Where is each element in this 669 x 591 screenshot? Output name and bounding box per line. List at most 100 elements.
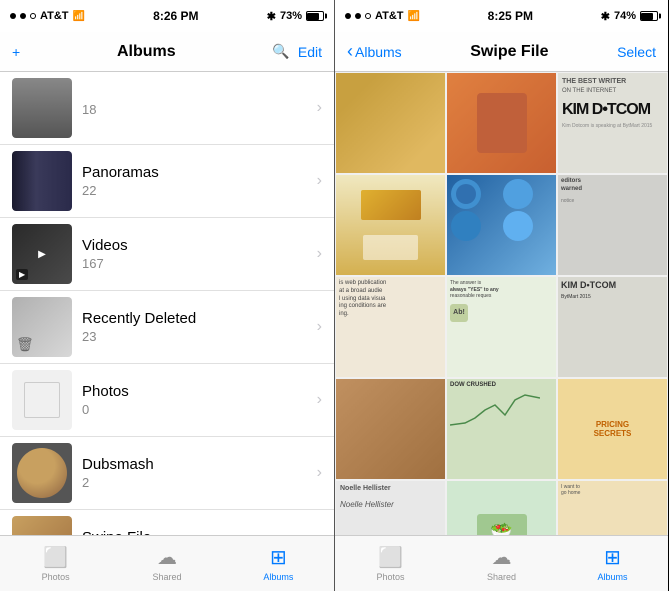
album-info: Panoramas 22 xyxy=(72,164,317,198)
nav-right-buttons: 🔍 Edit xyxy=(272,43,322,60)
time-label-right: 8:25 PM xyxy=(488,9,533,23)
album-count: 167 xyxy=(82,256,307,271)
grid-item[interactable] xyxy=(336,73,445,173)
photos-tab-icon-right: ⬜ xyxy=(378,545,403,570)
signal-dot-r3 xyxy=(365,13,371,19)
album-thumb xyxy=(12,516,72,535)
album-thumb xyxy=(12,443,72,503)
album-thumb: 🗑 xyxy=(12,297,72,357)
video-icon: ▶ xyxy=(38,249,46,260)
status-bar-right: AT&T 📶 8:25 PM ✱ 74% xyxy=(335,0,668,32)
list-item[interactable]: Panoramas 22 › xyxy=(0,145,334,218)
album-info: Dubsmash 2 xyxy=(72,456,317,490)
right-phone: AT&T 📶 8:25 PM ✱ 74% ‹ Albums Swipe File… xyxy=(334,0,668,591)
album-thumb xyxy=(12,78,72,138)
album-count: 2 xyxy=(82,475,307,490)
wifi-icon-right: 📶 xyxy=(408,11,420,22)
albums-title: Albums xyxy=(117,43,176,61)
tab-shared[interactable]: ☁ Shared xyxy=(111,545,222,582)
album-info: Recently Deleted 23 xyxy=(72,310,317,344)
back-arrow-icon: ‹ xyxy=(347,41,353,62)
search-button[interactable]: 🔍 xyxy=(272,43,289,60)
chevron-icon: › xyxy=(317,318,322,336)
photos-tab-label-right: Photos xyxy=(376,572,404,582)
list-item[interactable]: Photos 0 › xyxy=(0,364,334,437)
grid-item[interactable]: editors warned notice xyxy=(558,175,667,275)
edit-button[interactable]: Edit xyxy=(298,44,322,60)
nav-bar-right: ‹ Albums Swipe File Select xyxy=(335,32,668,72)
signal-dot-3 xyxy=(30,13,36,19)
list-item[interactable]: ▶ Swipe File 27 › xyxy=(0,510,334,535)
wifi-icon: 📶 xyxy=(73,11,85,22)
grid-item[interactable] xyxy=(447,73,556,173)
battery-icon-right xyxy=(640,11,658,21)
list-item[interactable]: 18 › xyxy=(0,72,334,145)
shared-tab-icon-right: ☁ xyxy=(492,545,512,570)
grid-item[interactable]: 🥗 xyxy=(447,481,556,535)
grid-item[interactable]: is web publication at a broad audie l us… xyxy=(336,277,445,377)
left-phone: AT&T 📶 8:26 PM ✱ 73% + Albums 🔍 Edit xyxy=(0,0,334,591)
tab-bar-left: ⬜ Photos ☁ Shared ⊞ Albums xyxy=(0,535,334,591)
status-right-right: ✱ 74% xyxy=(601,10,658,23)
shared-tab-label: Shared xyxy=(152,572,181,582)
bluetooth-icon: ✱ xyxy=(267,10,276,23)
signal-dot-r2 xyxy=(355,13,361,19)
trash-icon: 🗑 xyxy=(16,336,34,353)
album-info: Videos 167 xyxy=(72,237,317,271)
dubsmash-thumb-image xyxy=(17,448,67,498)
tab-albums-left[interactable]: ⊞ Albums xyxy=(223,545,334,582)
grid-item[interactable]: THE BEST WRITER ON THE INTERNET KIM D•TC… xyxy=(558,73,667,173)
album-info: Swipe File 27 xyxy=(72,529,317,535)
back-button[interactable]: ‹ Albums xyxy=(347,41,402,62)
shared-tab-icon: ☁ xyxy=(157,545,177,570)
tab-photos[interactable]: ⬜ Photos xyxy=(0,545,111,582)
signal-dot-1 xyxy=(10,13,16,19)
album-name: Photos xyxy=(82,383,307,400)
album-name: Dubsmash xyxy=(82,456,307,473)
grid-item[interactable]: The answer is always "YES" to any reason… xyxy=(447,277,556,377)
album-name: Recently Deleted xyxy=(82,310,307,327)
album-name: Swipe File xyxy=(82,529,307,535)
grid-item[interactable]: Noelle Hellister Noelle Hellister xyxy=(336,481,445,535)
swipe-file-title: Swipe File xyxy=(470,43,548,61)
chevron-icon: › xyxy=(317,245,322,263)
carrier-label-right: AT&T xyxy=(375,10,404,22)
back-label: Albums xyxy=(355,44,402,60)
grid-item[interactable]: I want to go home xyxy=(558,481,667,535)
album-list: 18 › Panoramas 22 › ▶ ▶ Videos xyxy=(0,72,334,535)
grid-item[interactable] xyxy=(336,379,445,479)
grid-item[interactable]: KIM D•TCOM BytMart 2015 xyxy=(558,277,667,377)
grid-item[interactable]: PRICINGSECRETS xyxy=(558,379,667,479)
add-album-button[interactable]: + xyxy=(12,44,20,60)
photo-grid: THE BEST WRITER ON THE INTERNET KIM D•TC… xyxy=(335,72,668,535)
battery-label-right: 74% xyxy=(614,10,636,22)
status-left-right: AT&T 📶 xyxy=(345,10,420,22)
tab-shared-right[interactable]: ☁ Shared xyxy=(446,545,557,582)
status-bar-left: AT&T 📶 8:26 PM ✱ 73% xyxy=(0,0,334,32)
list-item[interactable]: ▶ ▶ Videos 167 › xyxy=(0,218,334,291)
tab-albums-right[interactable]: ⊞ Albums xyxy=(557,545,668,582)
carrier-label: AT&T xyxy=(40,10,69,22)
battery-label: 73% xyxy=(280,10,302,22)
nav-bar-left: + Albums 🔍 Edit xyxy=(0,32,334,72)
time-label: 8:26 PM xyxy=(153,9,198,23)
list-item[interactable]: Dubsmash 2 › xyxy=(0,437,334,510)
grid-item[interactable] xyxy=(336,175,445,275)
photos-tab-label: Photos xyxy=(42,572,70,582)
album-count: 18 xyxy=(82,102,307,117)
list-item[interactable]: 🗑 Recently Deleted 23 › xyxy=(0,291,334,364)
tab-photos-right[interactable]: ⬜ Photos xyxy=(335,545,446,582)
chevron-icon: › xyxy=(317,99,322,117)
album-count: 0 xyxy=(82,402,307,417)
albums-tab-icon-right: ⊞ xyxy=(604,545,621,570)
chevron-icon: › xyxy=(317,391,322,409)
select-button[interactable]: Select xyxy=(617,44,656,60)
chevron-icon: › xyxy=(317,464,322,482)
grid-item[interactable] xyxy=(447,175,556,275)
album-thumb xyxy=(12,151,72,211)
grid-item[interactable]: DOW CRUSHED xyxy=(447,379,556,479)
status-right: ✱ 73% xyxy=(267,10,324,23)
tab-bar-right: ⬜ Photos ☁ Shared ⊞ Albums xyxy=(335,535,668,591)
album-info: 18 xyxy=(72,100,317,117)
photos-tab-icon: ⬜ xyxy=(43,545,68,570)
